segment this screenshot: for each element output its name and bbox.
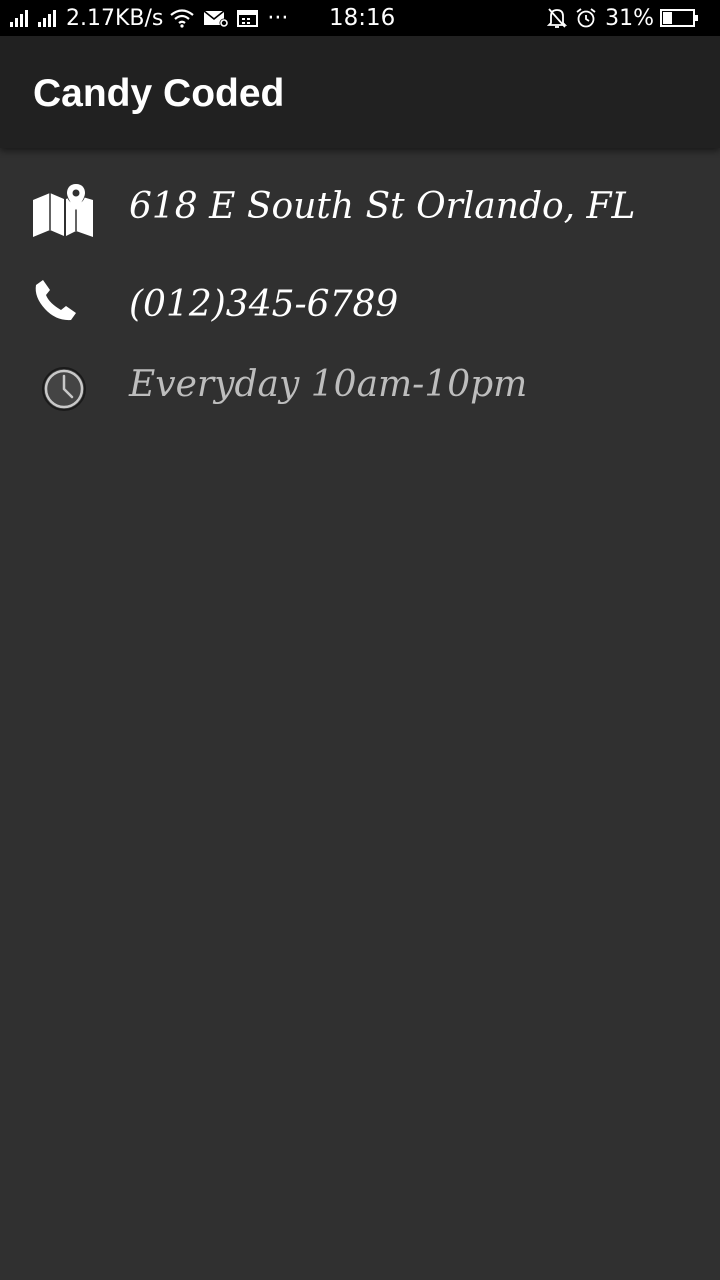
app-bar: Candy Coded [0, 36, 720, 148]
battery-percent: 31% [605, 5, 654, 31]
clock-icon [40, 365, 88, 413]
address-row[interactable]: 618 E South St Orlando, FL [0, 180, 720, 244]
status-bar-left: 2.17KB/s ··· [10, 0, 294, 36]
hours-row: Everyday 10am-10pm [0, 358, 720, 418]
address-text[interactable]: 618 E South St Orlando, FL [129, 186, 635, 227]
battery-icon [660, 8, 700, 28]
wifi-icon [169, 8, 195, 28]
app-title: Candy Coded [33, 72, 285, 115]
hours-text: Everyday 10am-10pm [129, 364, 528, 405]
status-time: 18:16 [329, 5, 396, 31]
network-speed: 2.17KB/s [66, 5, 164, 31]
phone-icon [34, 278, 78, 322]
status-bar: 2.17KB/s ··· 18:16 31% [0, 0, 720, 36]
phone-row[interactable]: (012)345-6789 [0, 276, 720, 336]
signal-icon [10, 9, 30, 27]
mail-settings-icon [203, 8, 229, 28]
bell-off-icon [547, 7, 568, 29]
alarm-icon [575, 7, 597, 29]
phone-text[interactable]: (012)345-6789 [129, 284, 398, 325]
map-icon [32, 184, 94, 240]
signal-icon [38, 9, 58, 27]
more-notifications: ··· [267, 5, 289, 31]
calendar-icon [237, 8, 259, 28]
status-bar-right: 31% [547, 0, 708, 36]
